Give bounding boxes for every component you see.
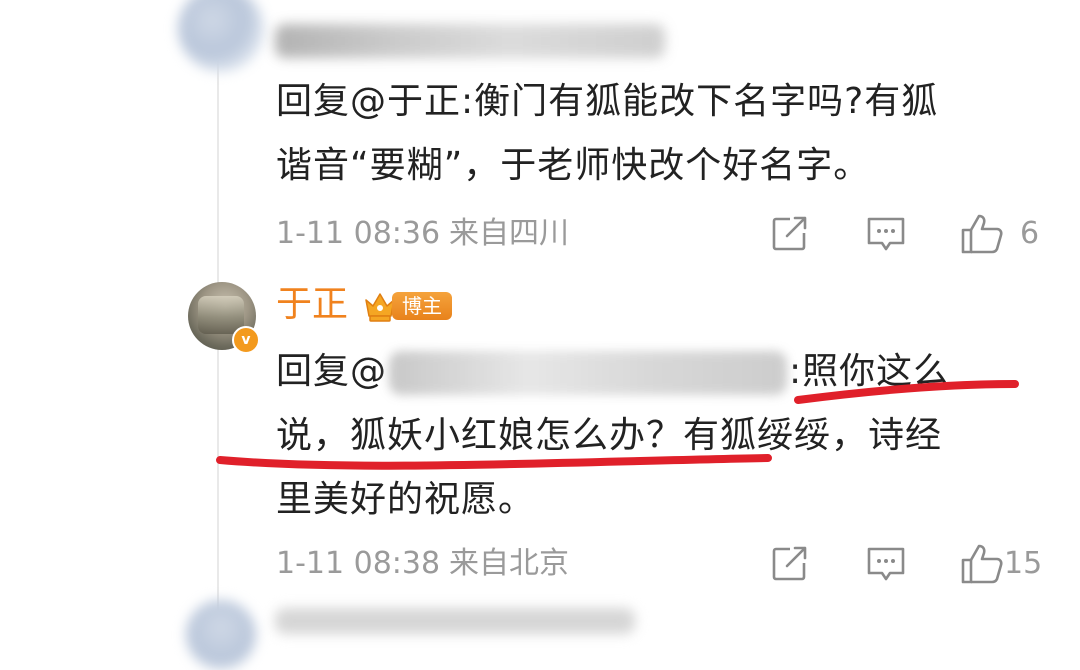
share-icon: [772, 546, 807, 581]
location: 来自四川: [449, 216, 569, 251]
comment-1-meta: 1-11 08:36 来自四川 6: [276, 212, 1056, 256]
location: 来自北京: [449, 546, 569, 581]
reply-button[interactable]: [866, 542, 906, 586]
timestamp: 1-11 08:38: [276, 546, 441, 581]
comment-1-body-line2: 谐音“要糊”，于老师快改个好名字。: [276, 145, 871, 186]
reply-prefix: 回复: [276, 351, 351, 392]
comment-2-meta: 1-11 08:38 来自北京 15: [276, 542, 1056, 586]
reply-prefix: 回复: [276, 81, 351, 122]
masked-avatar[interactable]: [186, 600, 256, 670]
comment-thread: 回复@于正:衡门有狐能改下名字吗?有狐 谐音“要糊”，于老师快改个好名字。 1-…: [0, 0, 1080, 670]
masked-username[interactable]: [275, 24, 665, 58]
comment-2-text: 回复@ :照你这么 说，狐妖小红娘怎么办？有狐绥绥，诗经 里美好的祝愿。: [276, 340, 1056, 532]
thumbs-up-icon: [961, 214, 1003, 254]
like-button[interactable]: [960, 542, 1004, 586]
mention-link[interactable]: @于正: [350, 81, 461, 122]
like-button[interactable]: [960, 212, 1004, 256]
share-button[interactable]: [770, 542, 808, 586]
reply-button[interactable]: [866, 212, 906, 256]
blogger-badge: 博主: [362, 288, 452, 324]
comment-1-body-line1: :衡门有狐能改下名字吗?有狐: [461, 81, 939, 122]
masked-username[interactable]: [275, 608, 635, 634]
mention-link[interactable]: @: [350, 351, 387, 392]
masked-avatar[interactable]: [178, 0, 264, 72]
like-count: 15: [1004, 546, 1043, 581]
thumbs-up-icon: [961, 544, 1003, 584]
masked-mention-username[interactable]: [389, 351, 788, 395]
comment-icon: [867, 217, 905, 251]
timestamp: 1-11 08:36: [276, 216, 441, 251]
comment-1-text: 回复@于正:衡门有狐能改下名字吗?有狐 谐音“要糊”，于老师快改个好名字。: [276, 70, 1056, 198]
share-button[interactable]: [770, 212, 808, 256]
share-icon: [772, 216, 807, 251]
verified-v-icon: v: [232, 326, 260, 354]
badge-label: 博主: [392, 292, 452, 320]
author-name[interactable]: 于正: [276, 280, 348, 330]
comment-2-body-line2: 说，狐妖小红娘怎么办？有狐绥绥，诗经: [276, 415, 943, 456]
like-count: 6: [1020, 216, 1040, 251]
comment-2-body-line3: 里美好的祝愿。: [276, 479, 536, 520]
comment-2-body-line1: :照你这么: [789, 351, 951, 392]
comment-icon: [867, 547, 905, 581]
